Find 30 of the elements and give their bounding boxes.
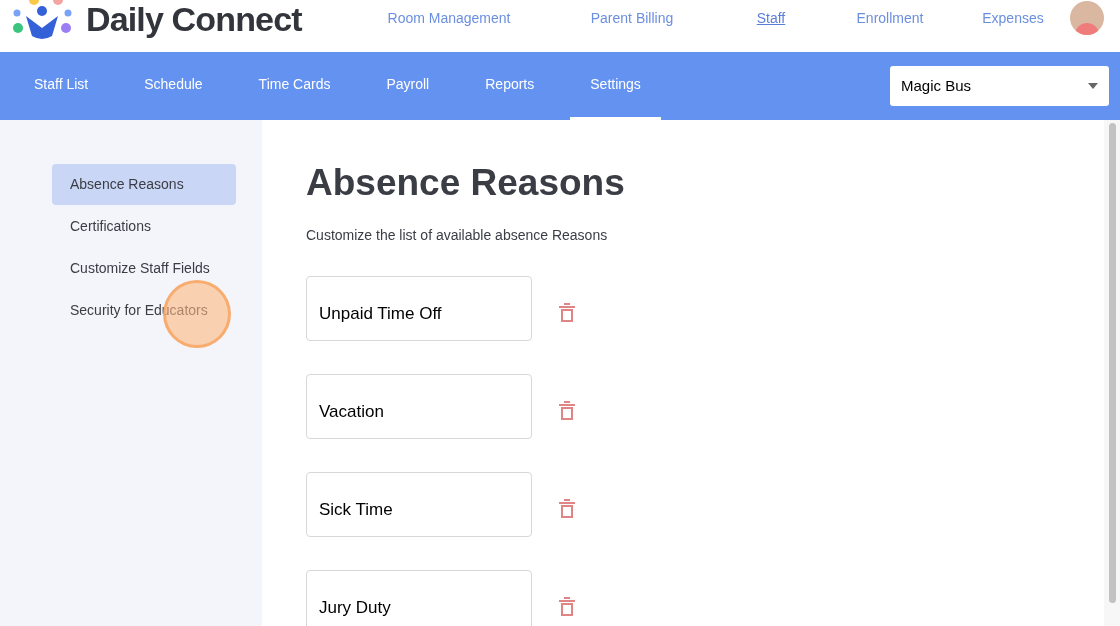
scrollbar[interactable] (1104, 120, 1120, 626)
tab[interactable]: Payroll (366, 52, 450, 120)
caret-icon (1088, 83, 1098, 89)
nav-link[interactable]: Room Management (354, 7, 544, 29)
avatar[interactable] (1070, 1, 1104, 35)
nav-link[interactable]: Parent Billing (544, 7, 720, 29)
sidebar-item[interactable]: Certifications (52, 206, 236, 247)
page-title: Absence Reasons (306, 164, 626, 201)
delete-icon[interactable] (558, 400, 576, 421)
nav-link[interactable]: Enrollment (822, 7, 958, 29)
reason-field[interactable]: Sick Time (306, 472, 532, 537)
page-description: Customize the list of available absence Reasons (306, 226, 609, 245)
sidebar-item[interactable]: Absence Reasons (52, 164, 236, 205)
sidebar-item[interactable]: Security for Educators (52, 290, 236, 331)
reason-field[interactable]: Jury Duty (306, 570, 532, 626)
tab[interactable]: Schedule (124, 52, 223, 120)
sidebar-item[interactable]: Customize Staff Fields (52, 248, 236, 289)
nav-link[interactable]: Staff (720, 7, 822, 29)
tab[interactable]: Staff List (14, 52, 109, 120)
delete-icon[interactable] (558, 498, 576, 519)
nav-link[interactable]: Expenses (958, 7, 1068, 29)
delete-icon[interactable] (558, 302, 576, 323)
reason-field[interactable]: Vacation (306, 374, 532, 439)
tab[interactable]: Settings (570, 52, 661, 120)
delete-icon[interactable] (558, 596, 576, 617)
tab[interactable]: Reports (465, 52, 555, 120)
reason-field[interactable]: Unpaid Time Off (306, 276, 532, 341)
tab[interactable]: Time Cards (238, 52, 351, 120)
app-name: Daily Connect (86, 0, 302, 40)
school-select[interactable]: Magic Bus (890, 66, 1109, 106)
